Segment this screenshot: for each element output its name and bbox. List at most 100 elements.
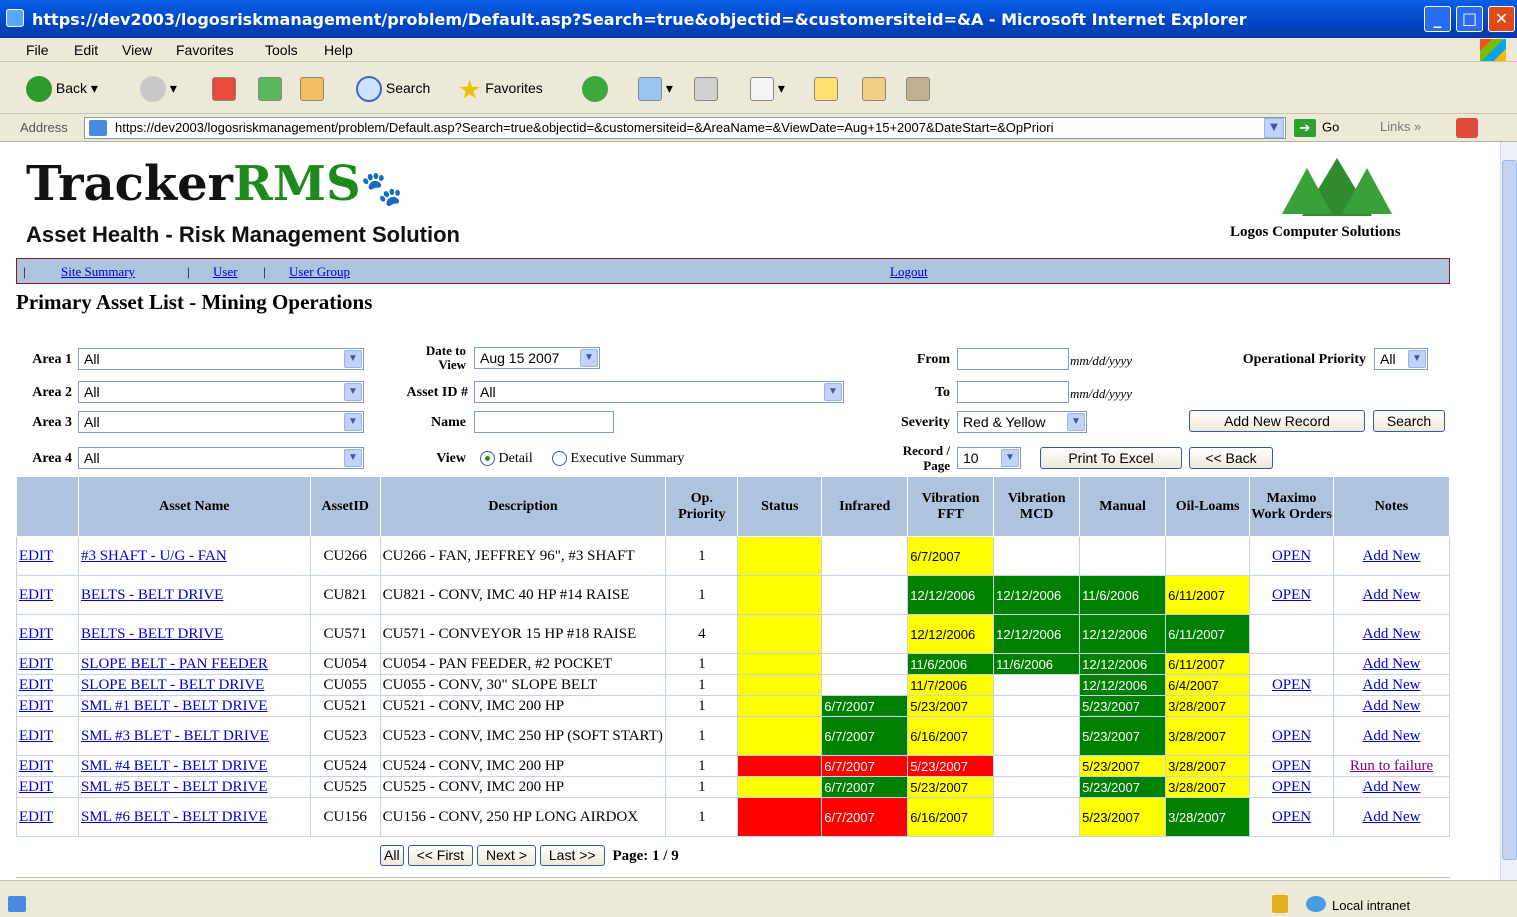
edit-link[interactable]: EDIT [19,728,53,744]
notes-link[interactable]: Add New [1363,548,1421,564]
view-exec-option[interactable]: Executive Summary [552,451,684,467]
edit-link[interactable]: EDIT [19,548,53,564]
menu-tools[interactable]: Tools [265,42,298,58]
home-button[interactable] [300,74,324,102]
menu-file[interactable]: File [26,42,49,58]
asset-name-link[interactable]: SML #1 BELT - BELT DRIVE [81,698,268,714]
asset-id-select[interactable]: All ▼ [474,381,844,403]
favorites-button[interactable]: ★ Favorites [458,74,543,103]
area2-select[interactable]: All ▼ [78,381,364,403]
add-new-record-button[interactable]: Add New Record [1189,410,1365,432]
notes-link[interactable]: Add New [1363,698,1421,714]
notes-link[interactable]: Run to failure [1350,758,1433,774]
view-detail-option[interactable]: Detail [480,451,533,467]
to-date-input[interactable] [957,381,1069,403]
record-page-select[interactable]: 10 ▼ [957,447,1021,469]
name-input[interactable] [474,411,614,433]
refresh-button[interactable] [258,74,282,102]
from-date-input[interactable] [957,348,1069,370]
stop-button[interactable] [212,74,236,102]
asset-name-link[interactable]: SML #5 BELT - BELT DRIVE [81,779,268,795]
pager-first-button[interactable]: << First [407,845,474,866]
forward-button[interactable]: ▾ [140,74,177,103]
edit-link[interactable]: EDIT [19,779,53,795]
asset-name-link[interactable]: SML #6 BELT - BELT DRIVE [81,809,268,825]
asset-name-link[interactable]: SLOPE BELT - PAN FEEDER [81,656,268,672]
menu-edit[interactable]: Edit [74,42,98,58]
pager-next-button[interactable]: Next > [477,845,536,866]
nav-site-summary[interactable]: Site Summary [61,264,135,280]
area3-select[interactable]: All ▼ [78,411,364,433]
search-button[interactable]: Search [356,74,430,103]
edit-button[interactable]: ▾ [750,74,785,102]
oil-date-cell [1165,536,1251,576]
work-order-link-cell: OPEN [1249,575,1334,615]
menu-view[interactable]: View [122,42,152,58]
notes-link[interactable]: Add New [1363,779,1421,795]
fft-date: 11/7/2006 [910,677,968,693]
notes-link[interactable]: Add New [1363,656,1421,672]
research-button[interactable] [862,74,886,102]
messenger-button[interactable] [906,74,930,102]
notes-button[interactable] [814,74,838,102]
close-button[interactable]: ✕ [1488,6,1515,32]
scrollbar-thumb[interactable] [1502,160,1517,860]
go-button[interactable]: ➔ Go [1294,119,1339,137]
edit-link[interactable]: EDIT [19,677,53,693]
nav-logout[interactable]: Logout [890,264,928,280]
work-order-link[interactable]: OPEN [1272,809,1311,825]
notes-link[interactable]: Add New [1363,587,1421,603]
radio-unchecked-icon[interactable] [552,451,567,467]
work-order-link[interactable]: OPEN [1272,779,1311,795]
date-select[interactable]: Aug 15 2007 ▼ [474,347,600,369]
edit-link[interactable]: EDIT [19,587,53,603]
notes-link[interactable]: Add New [1363,728,1421,744]
asset-name-link[interactable]: BELTS - BELT DRIVE [81,587,223,603]
menu-help[interactable]: Help [324,42,353,58]
back-button[interactable]: Back ▾ [26,74,98,103]
severity-select[interactable]: Red & Yellow ▼ [957,411,1087,433]
history-button[interactable] [582,74,608,103]
mail-button[interactable]: ▾ [638,74,673,102]
work-order-link[interactable]: OPEN [1272,728,1311,744]
address-input[interactable]: https://dev2003/logosriskmanagement/prob… [84,117,1286,139]
op-priority-cell: 1 [665,575,739,615]
address-dropdown-icon[interactable]: ▼ [1264,118,1284,138]
print-to-excel-button[interactable]: Print To Excel [1040,447,1182,469]
asset-name-link[interactable]: SML #4 BELT - BELT DRIVE [81,758,268,774]
notes-link[interactable]: Add New [1363,626,1421,642]
nav-user[interactable]: User [213,264,238,280]
area4-select[interactable]: All ▼ [78,447,364,469]
radio-checked-icon[interactable] [480,451,495,467]
asset-name-link[interactable]: #3 SHAFT - U/G - FAN [81,548,227,564]
search-submit-button[interactable]: Search [1373,410,1445,432]
menu-favorites[interactable]: Favorites [176,42,234,58]
notes-link[interactable]: Add New [1363,677,1421,693]
minimize-button[interactable]: _ [1424,6,1451,32]
asset-name-link[interactable]: SLOPE BELT - BELT DRIVE [81,677,264,693]
edit-link[interactable]: EDIT [19,656,53,672]
work-order-link[interactable]: OPEN [1272,587,1311,603]
back-page-button[interactable]: << Back [1189,447,1273,469]
asset-name-link[interactable]: BELTS - BELT DRIVE [81,626,223,642]
description-cell: CU523 - CONV, IMC 250 HP (SOFT START) [379,716,667,756]
op-priority-select[interactable]: All ▼ [1374,348,1428,370]
edit-link[interactable]: EDIT [19,809,53,825]
nav-user-group[interactable]: User Group [289,264,350,280]
asset-name-link[interactable]: SML #3 BLET - BELT DRIVE [81,728,269,744]
work-order-link[interactable]: OPEN [1272,548,1311,564]
edit-link[interactable]: EDIT [19,758,53,774]
print-button[interactable] [694,74,718,102]
edit-link[interactable]: EDIT [19,698,53,714]
work-order-link[interactable]: OPEN [1272,758,1311,774]
maximize-button[interactable]: □ [1456,6,1483,32]
translate-icon[interactable] [1456,118,1478,138]
work-order-link[interactable]: OPEN [1272,677,1311,693]
notes-link[interactable]: Add New [1363,809,1421,825]
edit-link[interactable]: EDIT [19,626,53,642]
vertical-scrollbar[interactable] [1500,142,1517,880]
area1-select[interactable]: All ▼ [78,348,364,370]
pager-all-button[interactable]: All [380,845,404,866]
links-button[interactable]: Links » [1380,119,1421,134]
pager-last-button[interactable]: Last >> [539,845,605,866]
